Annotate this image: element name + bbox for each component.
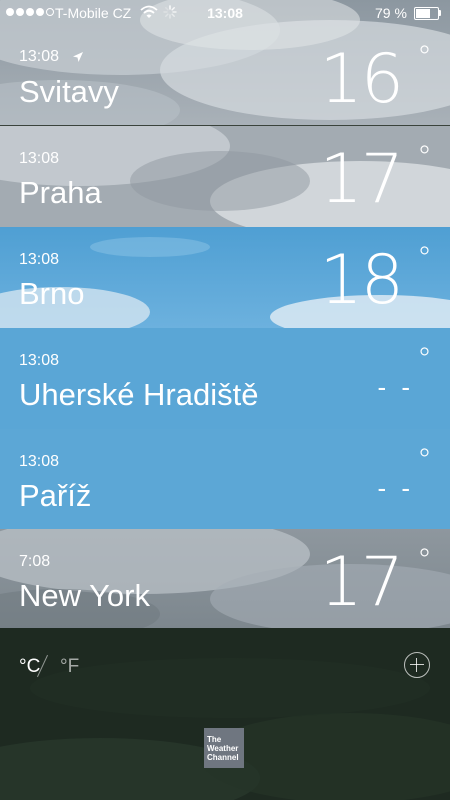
add-circle-icon-stroke xyxy=(416,658,418,672)
city-name: Paříž xyxy=(19,478,92,513)
location-arrow-icon xyxy=(73,52,83,62)
degree-symbol: ° xyxy=(417,40,432,75)
city-local-time: 13:08 xyxy=(19,251,60,268)
degree-symbol: ° xyxy=(417,342,432,377)
city-temperature: 18 xyxy=(319,241,404,320)
add-city-button[interactable] xyxy=(404,652,430,678)
logo-text-line: Channel xyxy=(207,753,239,762)
city-name: Uherské Hradiště xyxy=(19,377,259,412)
bottom-toolbar: °C °F The Weather Channel xyxy=(0,628,450,800)
battery-icon xyxy=(414,7,439,20)
logo-text-line: Weather xyxy=(207,744,239,753)
battery-terminal xyxy=(439,10,441,16)
city-row-new-york[interactable]: 7:08 New York 17 ° xyxy=(0,529,450,629)
logo-text-line: The xyxy=(207,735,222,744)
city-temperature: - - xyxy=(377,473,414,503)
battery-percent: 79 % xyxy=(375,5,407,21)
city-temperature: 16 xyxy=(319,40,404,119)
fahrenheit-toggle[interactable]: °F xyxy=(60,656,79,678)
city-local-time: 13:08 xyxy=(19,453,60,470)
city-row-brno[interactable]: 13:08 Brno 18 ° xyxy=(0,227,450,329)
city-temperature: 17 xyxy=(319,543,404,622)
degree-symbol: ° xyxy=(417,443,432,478)
weather-channel-logo[interactable]: The Weather Channel xyxy=(204,728,244,768)
degree-symbol: ° xyxy=(417,241,432,276)
city-temperature: - - xyxy=(377,372,414,402)
city-row-praha[interactable]: 13:08 Praha 17 ° xyxy=(0,126,450,228)
city-local-time: 13:08 xyxy=(19,48,60,65)
city-name: New York xyxy=(19,578,150,613)
city-row-pariz[interactable]: 13:08 Paříž - - ° xyxy=(0,429,450,531)
city-temperature: 17 xyxy=(319,140,404,219)
status-bar: T-Mobile CZ 13:08 79 % xyxy=(0,0,450,26)
city-name: Svitavy xyxy=(19,74,119,109)
city-local-time: 13:08 xyxy=(19,352,60,369)
city-local-time: 13:08 xyxy=(19,150,60,167)
city-name: Praha xyxy=(19,175,102,210)
degree-symbol: ° xyxy=(417,543,432,578)
city-local-time: 7:08 xyxy=(19,553,51,570)
city-name: Brno xyxy=(19,276,85,311)
city-row-uherske-hradiste[interactable]: 13:08 Uherské Hradiště - - ° xyxy=(0,328,450,430)
battery-level xyxy=(416,9,430,18)
degree-symbol: ° xyxy=(417,140,432,175)
grass-background xyxy=(0,628,450,800)
weather-app-screen: 13:08 Svitavy 16 ° 13:08 Praha 17 ° 13:0… xyxy=(0,0,450,800)
